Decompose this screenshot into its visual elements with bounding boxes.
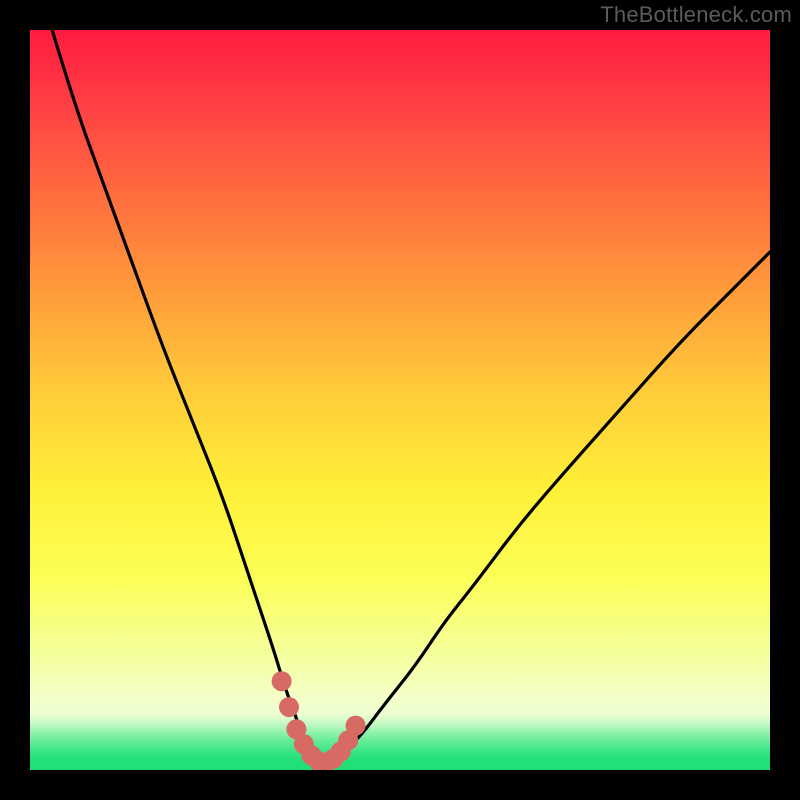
marker-point <box>272 671 292 691</box>
marker-point <box>346 716 366 736</box>
marker-point <box>279 697 299 717</box>
plot-area <box>30 30 770 770</box>
highlighted-markers <box>272 671 366 770</box>
markers-layer <box>30 30 770 770</box>
attribution-text: TheBottleneck.com <box>600 2 792 28</box>
